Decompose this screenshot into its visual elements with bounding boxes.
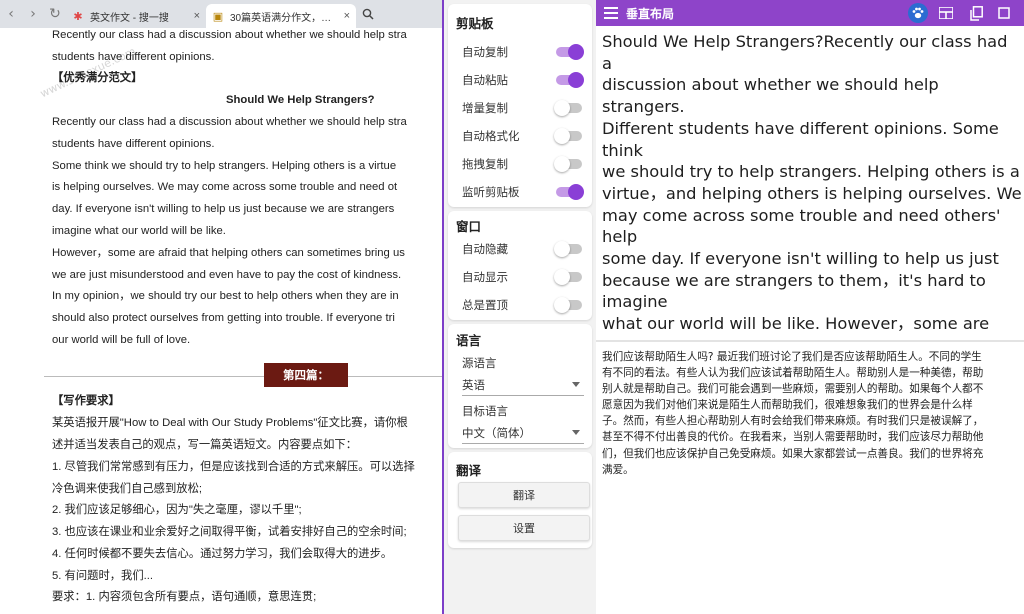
always-on-top-toggle[interactable] bbox=[554, 297, 584, 313]
target-language-label: 目标语言 bbox=[462, 406, 508, 418]
tab-close-icon[interactable]: × bbox=[194, 10, 200, 22]
source-language-value: 英语 bbox=[462, 379, 485, 392]
article-line: students have different opinions. bbox=[52, 51, 215, 63]
toggle-row-auto-show[interactable]: 自动显示 bbox=[462, 267, 584, 287]
toggle-label: 总是置顶 bbox=[462, 300, 508, 312]
search-engine-icon: ✱ bbox=[73, 10, 83, 23]
translate-title: 翻译 bbox=[456, 464, 482, 478]
auto-hide-toggle[interactable] bbox=[554, 241, 584, 257]
layout-title: 垂直布局 bbox=[626, 6, 675, 21]
settings-button[interactable]: 设置 bbox=[458, 515, 590, 541]
writing-line: 要求：1. 内容须包含所有要点，语句通顺，意思连贯; bbox=[52, 591, 317, 603]
article-line: should also protect ourselves from getti… bbox=[52, 312, 395, 324]
auto-format-toggle[interactable] bbox=[554, 128, 584, 144]
article-line: our world will be full of love. bbox=[52, 334, 191, 346]
browser-window: ‹ › ↻ ✱ 英文作文 - 搜一搜 × ▣ 30篇英语满分作文，适合 × ww… bbox=[0, 0, 442, 614]
window-card: 窗口 自动隐藏 自动显示 总是置顶 bbox=[448, 211, 592, 320]
source-language-label: 源语言 bbox=[462, 358, 497, 370]
layout-grid-icon[interactable] bbox=[936, 3, 956, 23]
essay-title: Should We Help Strangers? bbox=[226, 94, 375, 106]
article-line: is helping ourselves. We may come across… bbox=[52, 181, 398, 193]
page-favicon-icon: ▣ bbox=[212, 10, 224, 23]
toggle-label: 自动复制 bbox=[462, 47, 508, 59]
browser-tab-bar: ‹ › ↻ ✱ 英文作文 - 搜一搜 × ▣ 30篇英语满分作文，适合 × bbox=[0, 0, 442, 28]
toggle-label: 增量复制 bbox=[462, 103, 508, 115]
writing-line: 4. 任何时候都不要失去信心。通过努力学习，我们会取得大的进步。 bbox=[52, 548, 393, 560]
writing-line: 冷色调来使我们自己感到放松; bbox=[52, 483, 202, 495]
toggle-row-auto-hide[interactable]: 自动隐藏 bbox=[462, 239, 584, 259]
article-line: we are just misunderstood and even have … bbox=[52, 269, 402, 281]
browser-tab-article[interactable]: ▣ 30篇英语满分作文，适合 × bbox=[206, 4, 356, 28]
tab-close-icon[interactable]: × bbox=[344, 10, 350, 22]
toggle-row-auto-copy[interactable]: 自动复制 bbox=[462, 42, 584, 62]
back-button[interactable]: ‹ bbox=[0, 0, 22, 28]
window-control-icon[interactable] bbox=[994, 3, 1014, 23]
article-line: day. If everyone isn't willing to help u… bbox=[52, 203, 395, 215]
auto-show-toggle[interactable] bbox=[554, 269, 584, 285]
source-language-select[interactable]: 英语 bbox=[462, 374, 584, 396]
translated-text-area[interactable]: 我们应该帮助陌生人吗? 最近我们班讨论了我们是否应该帮助陌生人。不同的学生 有不… bbox=[602, 349, 1022, 478]
language-card: 语言 源语言 英语 目标语言 中文（简体） bbox=[448, 324, 592, 448]
toggle-label: 监听剪贴板 bbox=[462, 187, 520, 199]
tab-label: 30篇英语满分作文，适合 bbox=[230, 12, 340, 24]
listen-clipboard-toggle[interactable] bbox=[554, 184, 584, 200]
language-title: 语言 bbox=[456, 334, 482, 348]
toggle-label: 自动格式化 bbox=[462, 131, 520, 143]
reload-button[interactable]: ↻ bbox=[44, 0, 66, 28]
hamburger-menu-icon[interactable] bbox=[596, 0, 626, 26]
tab-search-icon[interactable] bbox=[356, 0, 380, 28]
toggle-label: 自动显示 bbox=[462, 272, 508, 284]
writing-heading: 【写作要求】 bbox=[52, 395, 120, 407]
article-heading: 【优秀满分范文】 bbox=[52, 72, 143, 84]
dropdown-caret-icon bbox=[572, 430, 580, 435]
article-line: Recently our class had a discussion abou… bbox=[52, 29, 407, 41]
writing-line: 述并适当发表自己的观点，写一篇英语短文。内容要点如下： bbox=[52, 439, 358, 451]
article-line: However，some are afraid that helping oth… bbox=[52, 247, 405, 259]
target-language-select[interactable]: 中文（简体） bbox=[462, 422, 584, 444]
dropdown-caret-icon bbox=[572, 382, 580, 387]
toggle-label: 自动粘贴 bbox=[462, 75, 508, 87]
toggle-row-listen-clipboard[interactable]: 监听剪贴板 bbox=[462, 182, 584, 202]
toggle-row-drag-copy[interactable]: 拖拽复制 bbox=[462, 154, 584, 174]
article-line: students have different opinions. bbox=[52, 138, 215, 150]
section-divider bbox=[44, 376, 442, 377]
toggle-label: 自动隐藏 bbox=[462, 244, 508, 256]
forward-button[interactable]: › bbox=[22, 0, 44, 28]
section-badge: 第四篇： bbox=[264, 363, 348, 387]
article-line: In my opinion，we should try our best to … bbox=[52, 290, 399, 302]
tab-label: 英文作文 - 搜一搜 bbox=[90, 12, 169, 24]
target-language-value: 中文（简体） bbox=[462, 427, 531, 440]
article-content: www.5haoxue.com Recently our class had a… bbox=[0, 28, 442, 614]
toggle-label: 拖拽复制 bbox=[462, 159, 508, 171]
toggle-row-auto-format[interactable]: 自动格式化 bbox=[462, 126, 584, 146]
auto-paste-toggle[interactable] bbox=[554, 72, 584, 88]
writing-line: 2. 我们应该足够细心，因为"失之毫厘，谬以千里"; bbox=[52, 504, 302, 516]
translation-result-window: 垂直布局 Should We Help Strangers?Recently o… bbox=[596, 0, 1024, 614]
incremental-copy-toggle[interactable] bbox=[554, 100, 584, 116]
article-line: Recently our class had a discussion abou… bbox=[52, 116, 407, 128]
window-title: 窗口 bbox=[456, 220, 482, 234]
writing-line: 3. 也应该在课业和业余爱好之间取得平衡，试着安排好自己的空余时间; bbox=[52, 526, 407, 538]
writing-line: 1. 尽管我们常常感到有压力，但是应该找到合适的方式来解压。可以选择 bbox=[52, 461, 415, 473]
result-title-bar: 垂直布局 bbox=[596, 0, 1024, 26]
drag-copy-toggle[interactable] bbox=[554, 156, 584, 172]
article-line: imagine what our world will be like. bbox=[52, 225, 226, 237]
translate-button[interactable]: 翻译 bbox=[458, 482, 590, 508]
clipboard-card: 剪贴板 自动复制 自动粘贴 增量复制 自动格式化 拖拽复制 监听剪贴板 bbox=[448, 4, 592, 207]
translate-card: 翻译 翻译 设置 bbox=[448, 452, 592, 548]
toggle-row-auto-paste[interactable]: 自动粘贴 bbox=[462, 70, 584, 90]
browser-tab-search[interactable]: ✱ 英文作文 - 搜一搜 × bbox=[66, 4, 206, 28]
pane-divider[interactable] bbox=[596, 340, 1024, 342]
translator-settings-panel: 剪贴板 自动复制 自动粘贴 增量复制 自动格式化 拖拽复制 监听剪贴板 窗口 自… bbox=[442, 0, 596, 614]
paw-icon[interactable] bbox=[908, 3, 928, 23]
auto-copy-toggle[interactable] bbox=[554, 44, 584, 60]
clipboard-title: 剪贴板 bbox=[456, 17, 494, 31]
toggle-row-incremental-copy[interactable]: 增量复制 bbox=[462, 98, 584, 118]
toggle-row-always-on-top[interactable]: 总是置顶 bbox=[462, 295, 584, 315]
copy-icon[interactable] bbox=[966, 3, 986, 23]
writing-line: 某英语报开展"How to Deal with Our Study Proble… bbox=[52, 417, 408, 429]
source-text-area[interactable]: Should We Help Strangers?Recently our cl… bbox=[602, 31, 1022, 335]
writing-line: 5. 有问题时，我们... bbox=[52, 570, 154, 582]
article-line: Some think we should try to help strange… bbox=[52, 160, 397, 172]
